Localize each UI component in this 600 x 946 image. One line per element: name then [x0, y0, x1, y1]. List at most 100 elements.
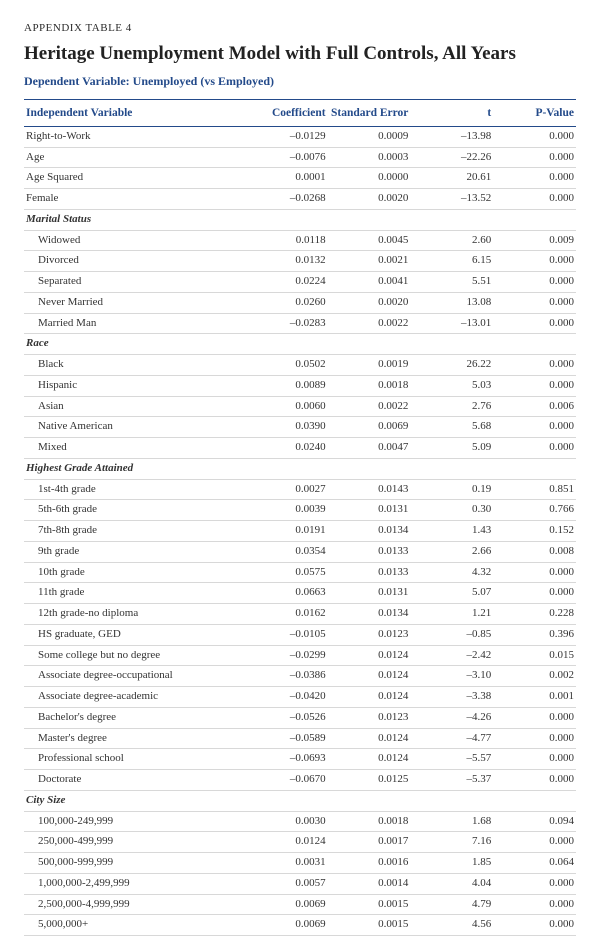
table-row: Race — [24, 334, 576, 355]
cell-p: 0.000 — [493, 438, 576, 459]
page-title: Heritage Unemployment Model with Full Co… — [24, 42, 576, 66]
cell-coef: –0.0268 — [245, 189, 328, 210]
cell-se: 0.0124 — [328, 749, 411, 770]
group-label: Highest Grade Attained — [24, 458, 576, 479]
row-label: 5th-6th grade — [24, 500, 245, 521]
row-label: Never Married — [24, 292, 245, 313]
table-row: Age Squared0.00010.000020.610.000 — [24, 168, 576, 189]
cell-t: 1.68 — [410, 811, 493, 832]
cell-coef: 0.0132 — [245, 251, 328, 272]
cell-p: 0.000 — [493, 707, 576, 728]
cell-p: 0.000 — [493, 749, 576, 770]
cell-p: 0.000 — [493, 562, 576, 583]
cell-se: 0.0020 — [328, 292, 411, 313]
cell-t: 20.61 — [410, 168, 493, 189]
cell-t: 5.03 — [410, 375, 493, 396]
cell-p: 0.000 — [493, 375, 576, 396]
table-row: 1,000,000-2,499,9990.00570.00144.040.000 — [24, 873, 576, 894]
cell-p: 0.064 — [493, 853, 576, 874]
table-row: 500,000-999,9990.00310.00161.850.064 — [24, 853, 576, 874]
col-header-se: Standard Error — [328, 99, 411, 126]
cell-coef: 0.0663 — [245, 583, 328, 604]
table-row: Black0.05020.001926.220.000 — [24, 355, 576, 376]
cell-se: 0.0003 — [328, 147, 411, 168]
row-label: 2,500,000-4,999,999 — [24, 894, 245, 915]
cell-p: 0.000 — [493, 272, 576, 293]
cell-coef: 0.0039 — [245, 500, 328, 521]
row-label: 9th grade — [24, 541, 245, 562]
col-header-t: t — [410, 99, 493, 126]
cell-p: 0.766 — [493, 500, 576, 521]
cell-se: 0.0016 — [328, 853, 411, 874]
cell-t: 1.85 — [410, 853, 493, 874]
table-row: Female–0.02680.0020–13.520.000 — [24, 189, 576, 210]
cell-se: 0.0022 — [328, 396, 411, 417]
cell-p: 0.000 — [493, 873, 576, 894]
row-label: Bachelor's degree — [24, 707, 245, 728]
cell-p: 0.000 — [493, 770, 576, 791]
row-label: Hispanic — [24, 375, 245, 396]
table-row: 5th-6th grade0.00390.01310.300.766 — [24, 500, 576, 521]
row-label: 500,000-999,999 — [24, 853, 245, 874]
table-row: 250,000-499,9990.01240.00177.160.000 — [24, 832, 576, 853]
cell-p: 0.000 — [493, 417, 576, 438]
table-row: 2,500,000-4,999,9990.00690.00154.790.000 — [24, 894, 576, 915]
table-row: Associate degree-academic–0.04200.0124–3… — [24, 687, 576, 708]
cell-se: 0.0017 — [328, 832, 411, 853]
cell-coef: 0.0354 — [245, 541, 328, 562]
table-row: Highest Grade Attained — [24, 458, 576, 479]
row-label: Asian — [24, 396, 245, 417]
row-label: Mixed — [24, 438, 245, 459]
row-label: 10th grade — [24, 562, 245, 583]
cell-p: 0.001 — [493, 687, 576, 708]
row-label: Black — [24, 355, 245, 376]
cell-p: 0.000 — [493, 894, 576, 915]
row-label: Female — [24, 189, 245, 210]
table-row: Professional school–0.06930.0124–5.570.0… — [24, 749, 576, 770]
cell-coef: –0.0386 — [245, 666, 328, 687]
cell-se: 0.0124 — [328, 728, 411, 749]
cell-coef: 0.0240 — [245, 438, 328, 459]
row-label: Widowed — [24, 230, 245, 251]
cell-se: 0.0018 — [328, 811, 411, 832]
cell-coef: –0.0693 — [245, 749, 328, 770]
row-label: Age Squared — [24, 168, 245, 189]
cell-coef: 0.0057 — [245, 873, 328, 894]
cell-coef: –0.0526 — [245, 707, 328, 728]
cell-t: 2.60 — [410, 230, 493, 251]
cell-se: 0.0133 — [328, 541, 411, 562]
cell-p: 0.851 — [493, 479, 576, 500]
cell-se: 0.0124 — [328, 687, 411, 708]
group-label: Marital Status — [24, 209, 576, 230]
cell-p: 0.000 — [493, 189, 576, 210]
cell-se: 0.0020 — [328, 189, 411, 210]
row-label: Associate degree-occupational — [24, 666, 245, 687]
table-row: Bachelor's degree–0.05260.0123–4.260.000 — [24, 707, 576, 728]
row-label: HS graduate, GED — [24, 624, 245, 645]
cell-t: 1.43 — [410, 521, 493, 542]
row-label: Separated — [24, 272, 245, 293]
cell-t: 0.19 — [410, 479, 493, 500]
cell-se: 0.0045 — [328, 230, 411, 251]
row-label: 250,000-499,999 — [24, 832, 245, 853]
cell-p: 0.006 — [493, 396, 576, 417]
cell-t: –3.38 — [410, 687, 493, 708]
cell-t: –22.26 — [410, 147, 493, 168]
table-row: Asian0.00600.00222.760.006 — [24, 396, 576, 417]
cell-coef: –0.0129 — [245, 126, 328, 147]
table-row: Age–0.00760.0003–22.260.000 — [24, 147, 576, 168]
cell-t: 2.76 — [410, 396, 493, 417]
col-header-coef: Coefficient — [245, 99, 328, 126]
cell-coef: 0.0124 — [245, 832, 328, 853]
cell-se: 0.0019 — [328, 355, 411, 376]
cell-t: –13.01 — [410, 313, 493, 334]
table-row: 11th grade0.06630.01315.070.000 — [24, 583, 576, 604]
row-label: 1st-4th grade — [24, 479, 245, 500]
group-label: City Size — [24, 790, 576, 811]
cell-coef: –0.0420 — [245, 687, 328, 708]
row-label: Doctorate — [24, 770, 245, 791]
cell-se: 0.0018 — [328, 375, 411, 396]
table-row: Never Married0.02600.002013.080.000 — [24, 292, 576, 313]
cell-se: 0.0015 — [328, 894, 411, 915]
cell-se: 0.0134 — [328, 604, 411, 625]
